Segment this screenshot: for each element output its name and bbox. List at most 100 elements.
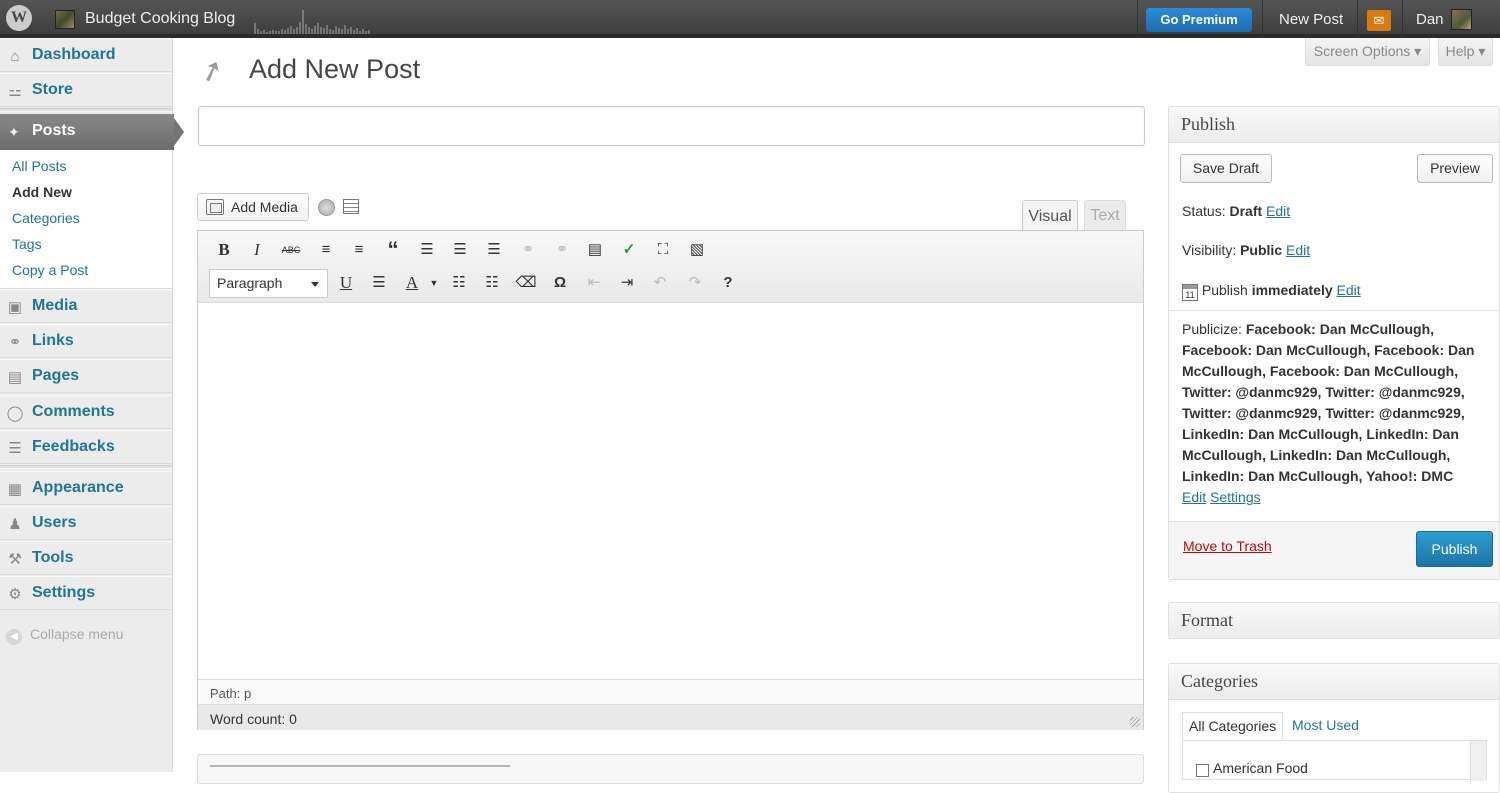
move-to-trash-link[interactable]: Move to Trash: [1183, 538, 1272, 554]
go-premium-button[interactable]: Go Premium: [1146, 8, 1252, 32]
justify-icon[interactable]: ☰: [367, 271, 391, 295]
align-center-icon[interactable]: ☰: [448, 238, 472, 262]
paste-word-icon[interactable]: ☷: [480, 271, 504, 295]
save-draft-button[interactable]: Save Draft: [1180, 154, 1272, 183]
schedule-value: immediately: [1251, 282, 1333, 298]
paste-text-icon[interactable]: ☷: [447, 271, 471, 295]
status-edit-link[interactable]: Edit: [1266, 203, 1290, 219]
admin-bar-separator: [1137, 0, 1138, 38]
preview-button[interactable]: Preview: [1417, 154, 1493, 183]
sidebar-item-label: Links: [32, 332, 74, 349]
submenu-all-posts[interactable]: All Posts: [12, 158, 66, 174]
sidebar-item-label: Posts: [32, 122, 76, 139]
form-icon[interactable]: [343, 199, 359, 214]
insert-more-icon[interactable]: ▤: [583, 238, 607, 262]
notification-icon[interactable]: ✉: [1367, 10, 1391, 31]
numbered-list-icon[interactable]: ≡: [347, 238, 371, 262]
sidebar-item-store[interactable]: ⚍ Store: [0, 73, 172, 107]
fullscreen-icon[interactable]: ⛶: [651, 238, 675, 262]
status-row: Status: Draft Edit: [1182, 203, 1290, 219]
word-count-bar: Word count: 0: [198, 704, 1143, 730]
redo-icon[interactable]: ↷: [683, 271, 707, 295]
screen-options-button[interactable]: Screen Options ▾: [1305, 38, 1430, 66]
sidebar-item-dashboard[interactable]: ⌂ Dashboard: [0, 38, 172, 72]
paragraph-format-select[interactable]: Paragraph: [209, 269, 328, 298]
visibility-label: Visibility:: [1182, 242, 1237, 258]
writing-helper-box[interactable]: [197, 754, 1144, 784]
align-right-icon[interactable]: ☰: [482, 238, 506, 262]
user-name-link[interactable]: Dan: [1416, 11, 1444, 28]
publish-box-heading[interactable]: Publish: [1169, 107, 1499, 143]
home-icon: ⌂: [10, 48, 20, 65]
wordpress-logo-icon[interactable]: W: [6, 5, 32, 31]
sidebar-item-pages[interactable]: ▤ Pages: [0, 359, 172, 393]
italic-icon[interactable]: I: [245, 238, 269, 262]
sidebar-item-label: Dashboard: [32, 46, 116, 63]
new-post-link[interactable]: New Post: [1279, 11, 1343, 28]
collapse-menu-button[interactable]: ◀ Collapse menu: [6, 626, 123, 645]
blockquote-icon[interactable]: “: [381, 238, 405, 262]
site-name-link[interactable]: Budget Cooking Blog: [85, 10, 235, 28]
format-box-heading[interactable]: Format: [1169, 603, 1499, 639]
clear-formatting-icon[interactable]: ⌫: [514, 271, 538, 295]
site-thumbnail[interactable]: [55, 10, 75, 29]
publicize-settings-link[interactable]: Settings: [1210, 489, 1261, 505]
editor-path: Path: p: [198, 679, 1143, 704]
categories-box-heading[interactable]: Categories: [1169, 664, 1499, 700]
strikethrough-icon[interactable]: ABC: [279, 238, 303, 262]
bold-icon[interactable]: B: [212, 238, 236, 262]
sidebar-item-comments[interactable]: ◯ Comments: [0, 395, 172, 429]
unlink-icon[interactable]: ⚭: [550, 238, 574, 262]
submenu-tags[interactable]: Tags: [12, 236, 42, 252]
spellcheck-icon[interactable]: ✓: [617, 238, 641, 262]
kitchen-sink-icon[interactable]: ▧: [685, 238, 709, 262]
stats-sparkline[interactable]: [253, 9, 371, 34]
publicize-edit-link[interactable]: Edit: [1182, 489, 1206, 505]
tools-icon: ⚒: [8, 551, 22, 568]
sidebar-item-feedbacks[interactable]: ☰ Feedbacks: [0, 430, 172, 464]
undo-icon[interactable]: ↶: [648, 271, 672, 295]
sidebar-item-appearance[interactable]: ▦ Appearance: [0, 471, 172, 505]
category-checkbox[interactable]: [1196, 764, 1209, 777]
tab-text[interactable]: Text: [1084, 200, 1126, 230]
publish-button[interactable]: Publish: [1416, 531, 1493, 567]
chevron-down-icon[interactable]: ▼: [422, 271, 446, 295]
sidebar-item-settings[interactable]: ⚙ Settings: [0, 576, 172, 610]
sidebar-item-tools[interactable]: ⚒ Tools: [0, 541, 172, 575]
indent-icon[interactable]: ⇥: [615, 271, 639, 295]
tab-all-categories[interactable]: All Categories: [1182, 712, 1283, 740]
admin-bar-separator: [1357, 0, 1358, 38]
sidebar-item-media[interactable]: ▣ Media: [0, 289, 172, 323]
category-list-scrollbar[interactable]: [1470, 741, 1486, 781]
text-color-icon[interactable]: A: [400, 271, 424, 295]
sidebar-item-links[interactable]: ⚭ Links: [0, 324, 172, 358]
submenu-copy-a-post[interactable]: Copy a Post: [12, 262, 88, 278]
user-avatar[interactable]: [1451, 9, 1472, 30]
submenu-add-new[interactable]: Add New: [12, 184, 72, 200]
insert-link-icon[interactable]: ⚭: [516, 238, 540, 262]
visibility-edit-link[interactable]: Edit: [1286, 242, 1310, 258]
resize-handle-icon[interactable]: [1130, 717, 1140, 727]
schedule-edit-link[interactable]: Edit: [1337, 282, 1361, 298]
bullet-list-icon[interactable]: ≡: [314, 238, 338, 262]
poll-icon[interactable]: [318, 199, 335, 216]
sidebar-item-posts[interactable]: ✦ Posts: [0, 114, 184, 150]
tab-most-used[interactable]: Most Used: [1292, 717, 1359, 733]
sidebar-item-users[interactable]: ♟ Users: [0, 506, 172, 540]
outdent-icon[interactable]: ⇤: [582, 271, 606, 295]
sidebar-item-label: Feedbacks: [32, 438, 115, 455]
align-left-icon[interactable]: ☰: [415, 238, 439, 262]
help-button[interactable]: Help ▾: [1438, 38, 1493, 66]
tab-visual[interactable]: Visual: [1022, 200, 1078, 231]
post-title-input[interactable]: [198, 106, 1145, 146]
help-icon[interactable]: ?: [716, 271, 740, 295]
submenu-categories[interactable]: Categories: [12, 210, 80, 226]
status-label: Status:: [1182, 203, 1226, 219]
underline-icon[interactable]: U: [334, 271, 358, 295]
media-icon: ▣: [7, 299, 23, 316]
feedback-icon: ☰: [8, 440, 22, 457]
category-label: American Food: [1213, 760, 1308, 776]
format-select-value: Paragraph: [217, 275, 283, 291]
special-character-icon[interactable]: Ω: [548, 271, 572, 295]
add-media-button[interactable]: Add Media: [197, 193, 309, 221]
